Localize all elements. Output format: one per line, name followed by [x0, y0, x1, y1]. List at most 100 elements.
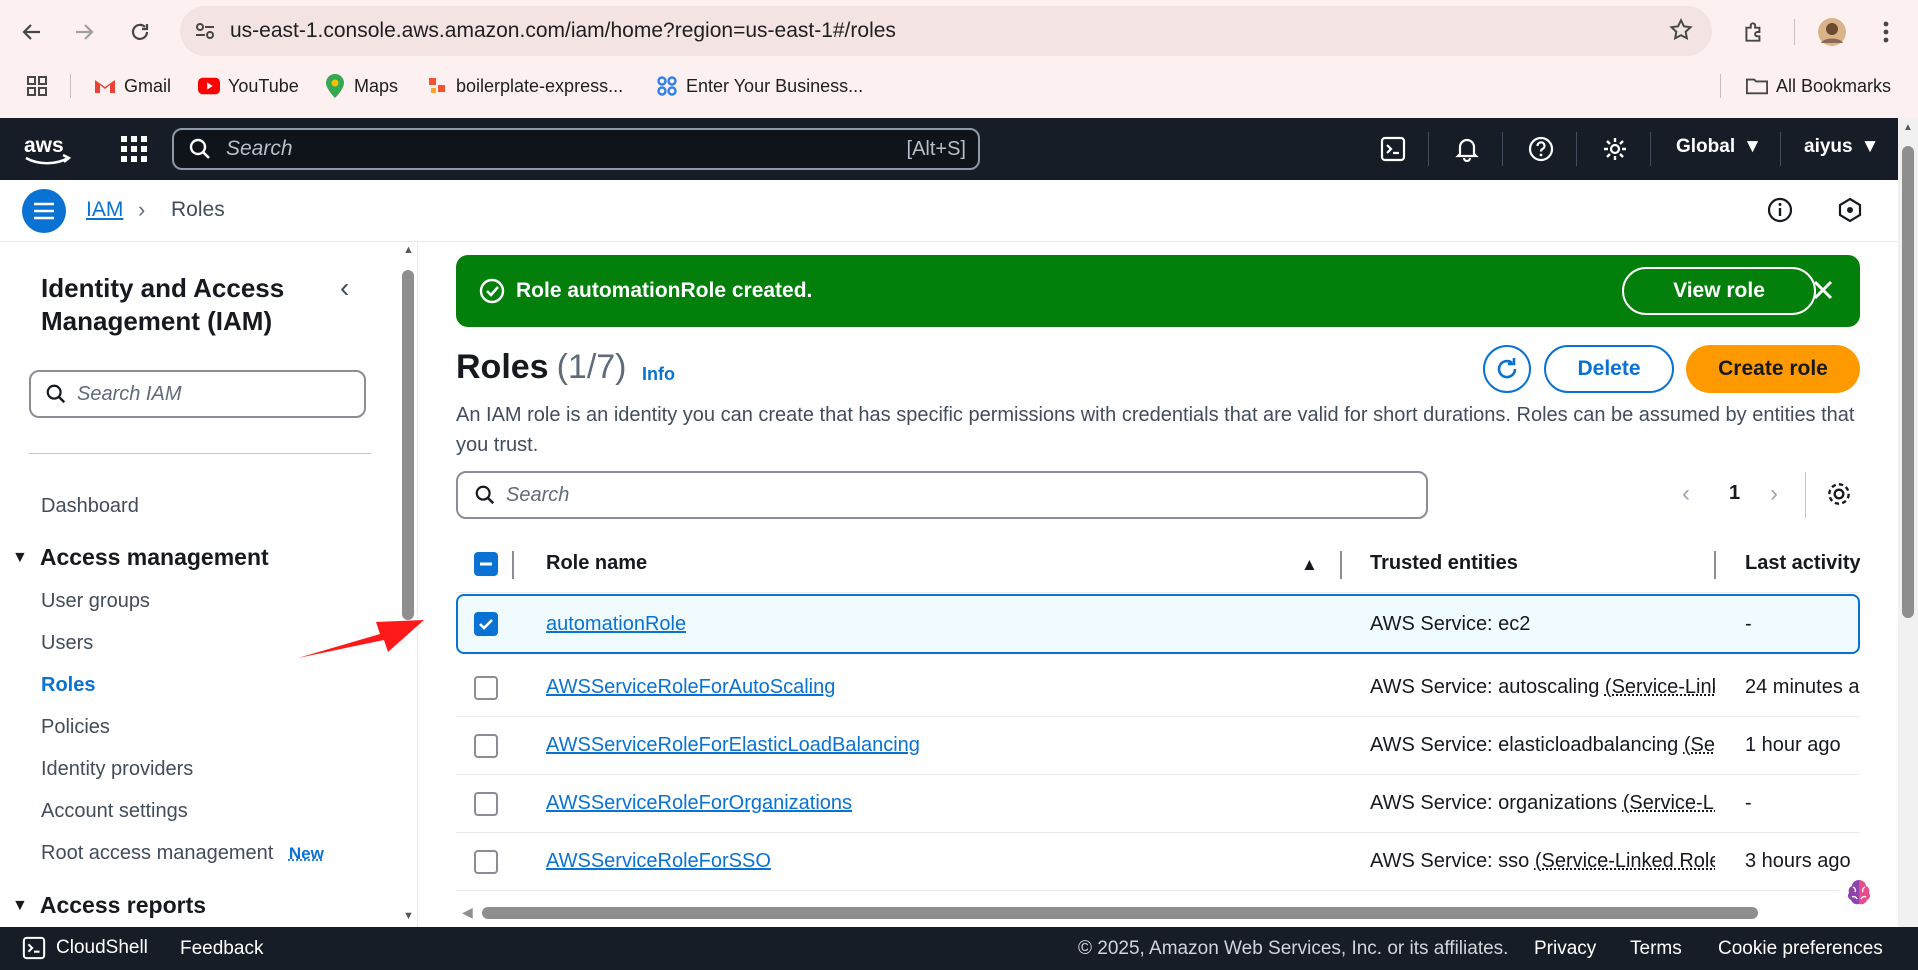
all-bookmarks-label: All Bookmarks [1776, 75, 1892, 96]
cloudshell-button[interactable] [1376, 132, 1410, 166]
role-name-link[interactable]: automationRole [546, 613, 686, 636]
notifications-button[interactable] [1450, 132, 1484, 166]
browser-menu-button[interactable] [1868, 14, 1904, 50]
bookmarks-divider [1720, 74, 1721, 98]
table-horizontal-scrollbar[interactable]: ◀ [460, 904, 1860, 922]
side-nav-toggle-button[interactable] [22, 189, 66, 233]
page-scrollbar[interactable]: ▲ [1898, 118, 1918, 927]
delete-button[interactable]: Delete [1544, 345, 1674, 393]
tools-panel-button[interactable] [1837, 197, 1863, 228]
bookmark-youtube[interactable]: YouTube [198, 72, 299, 100]
create-role-button[interactable]: Create role [1686, 345, 1860, 393]
row-checkbox[interactable] [474, 792, 498, 816]
bookmark-maps[interactable]: Maps [324, 72, 398, 100]
scroll-up-icon[interactable]: ▲ [1903, 122, 1913, 133]
cloudshell-footer-button[interactable]: CloudShell [22, 936, 148, 960]
service-linked-role-link[interactable]: (Service-Linked Role) [1623, 792, 1715, 814]
row-checkbox[interactable] [474, 734, 498, 758]
row-checkbox[interactable] [474, 676, 498, 700]
terms-link[interactable]: Terms [1630, 938, 1682, 960]
row-checkbox[interactable] [474, 612, 498, 636]
view-role-button[interactable]: View role [1622, 267, 1816, 315]
side-item-roles[interactable]: Roles [41, 674, 95, 697]
column-last-activity[interactable]: Last activity [1745, 552, 1860, 575]
column-divider[interactable] [1340, 551, 1342, 579]
row-checkbox[interactable] [474, 850, 498, 874]
role-name-link[interactable]: AWSServiceRoleForSSO [546, 850, 771, 873]
reload-button[interactable] [122, 14, 158, 50]
side-item-account-settings[interactable]: Account settings [41, 800, 188, 823]
role-name-link[interactable]: AWSServiceRoleForOrganizations [546, 792, 852, 815]
bookmark-gmail[interactable]: Gmail [94, 72, 171, 100]
chevron-left-icon[interactable]: ‹ [340, 272, 349, 304]
settings-button[interactable] [1598, 132, 1632, 166]
assistant-brain-icon[interactable] [1838, 872, 1880, 914]
bookmark-boilerplate[interactable]: boilerplate-express... [426, 72, 623, 100]
feedback-link[interactable]: Feedback [180, 938, 263, 960]
column-role-name[interactable]: Role name [546, 552, 647, 575]
pagination-next-icon[interactable]: › [1770, 480, 1778, 508]
column-divider[interactable] [1714, 551, 1716, 579]
cookie-preferences-link[interactable]: Cookie preferences [1718, 938, 1883, 960]
aws-search-input[interactable]: Search [Alt+S] [172, 128, 980, 170]
scroll-up-icon[interactable]: ▲ [403, 244, 414, 256]
service-linked-role-link[interactable]: (Service-Linked Role) [1535, 850, 1715, 872]
bookmark-enter-business[interactable]: Enter Your Business... [656, 72, 863, 100]
close-icon[interactable] [1808, 275, 1838, 305]
privacy-link[interactable]: Privacy [1534, 938, 1596, 960]
refresh-button[interactable] [1483, 345, 1531, 393]
scroll-thumb[interactable] [482, 907, 1758, 919]
address-bar[interactable]: us-east-1.console.aws.amazon.com/iam/hom… [180, 6, 1712, 56]
scroll-thumb[interactable] [402, 270, 414, 620]
side-item-policies[interactable]: Policies [41, 716, 110, 739]
sort-ascending-icon[interactable]: ▲ [1301, 555, 1318, 575]
last-activity-cell: - [1745, 613, 1752, 635]
bookmark-star-icon[interactable] [1668, 17, 1694, 48]
info-panel-button[interactable] [1767, 197, 1793, 228]
breadcrumb-iam-link[interactable]: IAM [86, 198, 123, 222]
side-item-users[interactable]: Users [41, 632, 93, 655]
role-name-link[interactable]: AWSServiceRoleForElasticLoadBalancing [546, 734, 920, 757]
region-label: Global [1676, 136, 1736, 157]
service-linked-role-link[interactable]: (Service-Linked Role) [1605, 676, 1715, 698]
table-row[interactable]: AWSServiceRoleForAutoScaling AWS Service… [456, 659, 1860, 717]
scroll-down-icon[interactable]: ▼ [403, 910, 414, 922]
site-info-icon[interactable] [180, 20, 230, 42]
profile-avatar[interactable] [1814, 14, 1850, 50]
table-row[interactable]: AWSServiceRoleForElasticLoadBalancing AW… [456, 717, 1860, 775]
account-menu[interactable]: aiyus ▼ [1804, 136, 1879, 158]
table-preferences-gear-icon[interactable] [1825, 480, 1853, 508]
region-selector[interactable]: Global ▼ [1676, 136, 1762, 158]
aws-logo-icon[interactable]: aws [22, 132, 74, 166]
side-item-identity-providers[interactable]: Identity providers [41, 758, 193, 781]
role-name-link[interactable]: AWSServiceRoleForAutoScaling [546, 676, 835, 699]
extensions-button[interactable] [1736, 14, 1772, 50]
side-search-input[interactable]: Search IAM [29, 370, 366, 418]
table-row[interactable]: automationRole AWS Service: ec2 - [456, 594, 1860, 654]
roles-search-placeholder: Search [506, 483, 570, 506]
pagination-prev-icon[interactable]: ‹ [1682, 480, 1690, 508]
section-access-management[interactable]: ▼ Access management [12, 544, 269, 571]
table-row[interactable]: AWSServiceRoleForOrganizations AWS Servi… [456, 775, 1860, 833]
scroll-left-icon[interactable]: ◀ [462, 904, 473, 921]
help-button[interactable] [1524, 132, 1558, 166]
side-item-user-groups[interactable]: User groups [41, 590, 150, 613]
side-item-root-access[interactable]: Root access management New [41, 842, 324, 865]
back-button[interactable] [14, 14, 50, 50]
apps-grid-icon[interactable] [26, 72, 48, 100]
all-bookmarks[interactable]: All Bookmarks [1746, 72, 1891, 100]
table-row[interactable]: AWSServiceRoleForSSO AWS Service: sso (S… [456, 833, 1860, 891]
section-access-reports[interactable]: ▼ Access reports [12, 892, 206, 919]
services-grid-icon[interactable] [120, 135, 148, 163]
scroll-thumb[interactable] [1902, 146, 1914, 618]
side-item-dashboard[interactable]: Dashboard [41, 495, 139, 518]
pagination-page[interactable]: 1 [1729, 482, 1740, 505]
service-linked-role-link[interactable]: (Service-Linked Role) [1684, 734, 1715, 756]
roles-search-input[interactable]: Search [456, 471, 1428, 519]
info-link[interactable]: Info [642, 364, 675, 385]
select-all-checkbox[interactable] [474, 552, 498, 576]
column-trusted-entities[interactable]: Trusted entities [1370, 552, 1518, 575]
forward-button[interactable] [66, 14, 102, 50]
side-scrollbar[interactable]: ▲ ▼ [401, 244, 415, 922]
side-nav-title[interactable]: Identity and Access Management (IAM) [41, 272, 321, 338]
